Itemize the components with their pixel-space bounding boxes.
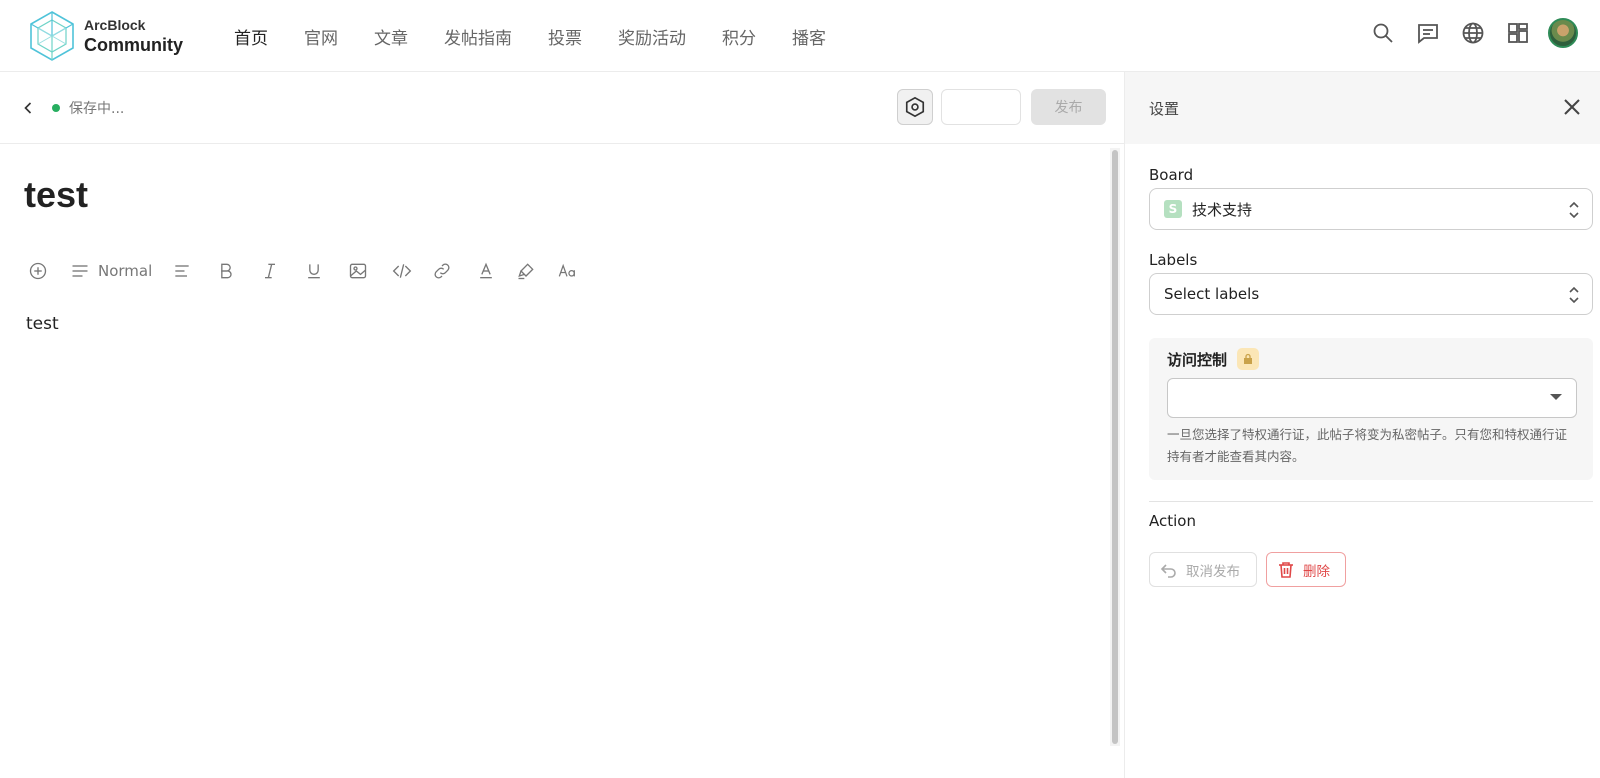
editor-area: test Normal test xyxy=(0,144,1108,778)
back-button[interactable] xyxy=(18,96,38,120)
editor-topbar: 保存中... 发布 xyxy=(0,72,1124,144)
header-actions xyxy=(1353,18,1578,48)
chat-icon[interactable] xyxy=(1413,18,1443,48)
board-select[interactable]: S 技术支持 xyxy=(1149,188,1593,230)
italic-icon[interactable] xyxy=(258,256,282,286)
image-icon[interactable] xyxy=(346,256,370,286)
status-dot xyxy=(52,104,60,112)
draft-button[interactable] xyxy=(941,89,1021,125)
board-value: 技术支持 xyxy=(1192,200,1253,219)
select-arrows-icon xyxy=(1569,286,1579,304)
nav-home[interactable]: 首页 xyxy=(234,24,268,49)
globe-icon[interactable] xyxy=(1458,18,1488,48)
align-left-icon[interactable] xyxy=(170,256,194,286)
link-icon[interactable] xyxy=(430,256,454,286)
undo-icon xyxy=(1160,563,1176,578)
save-status-text: 保存中... xyxy=(69,101,125,117)
labels-select[interactable]: Select labels xyxy=(1149,273,1593,315)
paragraph-icon xyxy=(72,265,88,277)
hexagon-settings-icon xyxy=(905,96,925,118)
divider xyxy=(1149,501,1593,502)
post-title[interactable]: test xyxy=(24,174,88,216)
access-control-section: 访问控制 一旦您选择了特权通行证，此帖子将变为私密帖子。只有您和特权通行证持有者… xyxy=(1149,338,1593,480)
arcblock-logo-icon xyxy=(30,11,74,61)
nav-rewards[interactable]: 奖励活动 xyxy=(618,24,686,49)
access-control-label: 访问控制 xyxy=(1167,350,1228,369)
nav-articles[interactable]: 文章 xyxy=(374,24,408,49)
nav-vote[interactable]: 投票 xyxy=(548,24,582,49)
editor-scrollbar[interactable] xyxy=(1112,150,1118,744)
underline-icon[interactable] xyxy=(302,256,326,286)
save-status: 保存中... xyxy=(52,98,124,118)
code-icon[interactable] xyxy=(390,256,414,286)
insert-block-icon[interactable] xyxy=(26,256,50,286)
font-size-icon[interactable] xyxy=(554,256,580,286)
board-label: Board xyxy=(1149,166,1194,184)
text-color-icon[interactable] xyxy=(474,256,498,286)
user-avatar[interactable] xyxy=(1548,18,1578,48)
chevron-left-icon xyxy=(24,102,32,114)
trash-icon xyxy=(1279,561,1293,578)
block-style-select[interactable]: Normal xyxy=(70,256,152,286)
delete-button[interactable]: 删除 xyxy=(1266,552,1346,587)
settings-panel: 设置 Board S 技术支持 Labels Select labels 访问控… xyxy=(1124,72,1600,778)
access-pass-select[interactable] xyxy=(1167,378,1577,418)
lock-icon xyxy=(1237,348,1260,370)
settings-title: 设置 xyxy=(1149,100,1180,118)
settings-button[interactable] xyxy=(897,89,933,125)
top-header: ArcBlock Community 首页 官网 文章 发帖指南 投票 奖励活动… xyxy=(0,0,1600,72)
arcblock-logo[interactable]: ArcBlock Community xyxy=(28,10,183,62)
access-help-text: 一旦您选择了特权通行证，此帖子将变为私密帖子。只有您和特权通行证持有者才能查看其… xyxy=(1167,427,1568,464)
logo-brand-text: ArcBlock xyxy=(84,17,146,33)
caret-down-icon xyxy=(1550,394,1562,400)
apps-grid-icon[interactable] xyxy=(1503,18,1533,48)
board-badge: S xyxy=(1164,200,1182,218)
nav-posting-guide[interactable]: 发帖指南 xyxy=(444,24,512,49)
settings-panel-header: 设置 xyxy=(1125,72,1600,144)
nav-podcast[interactable]: 播客 xyxy=(792,24,826,49)
select-arrows-icon xyxy=(1569,201,1579,219)
bold-icon[interactable] xyxy=(214,256,238,286)
nav-official-site[interactable]: 官网 xyxy=(304,24,338,49)
logo-product-text: Community xyxy=(84,35,183,55)
main-nav: 首页 官网 文章 发帖指南 投票 奖励活动 积分 播客 xyxy=(234,0,862,72)
delete-label: 删除 xyxy=(1303,563,1330,580)
format-toolbar: Normal xyxy=(26,256,580,286)
highlight-icon[interactable] xyxy=(514,256,538,286)
block-style-label: Normal xyxy=(98,262,153,280)
post-body[interactable]: test xyxy=(26,314,59,334)
close-icon[interactable] xyxy=(1561,96,1585,120)
action-label: Action xyxy=(1149,512,1196,530)
unpublish-button[interactable]: 取消发布 xyxy=(1149,552,1257,587)
publish-button[interactable]: 发布 xyxy=(1031,89,1106,125)
unpublish-label: 取消发布 xyxy=(1186,563,1240,580)
search-icon[interactable] xyxy=(1368,18,1398,48)
nav-points[interactable]: 积分 xyxy=(722,24,756,49)
labels-placeholder: Select labels xyxy=(1164,285,1260,303)
access-control-title: 访问控制 xyxy=(1167,348,1260,370)
labels-label: Labels xyxy=(1149,251,1198,269)
